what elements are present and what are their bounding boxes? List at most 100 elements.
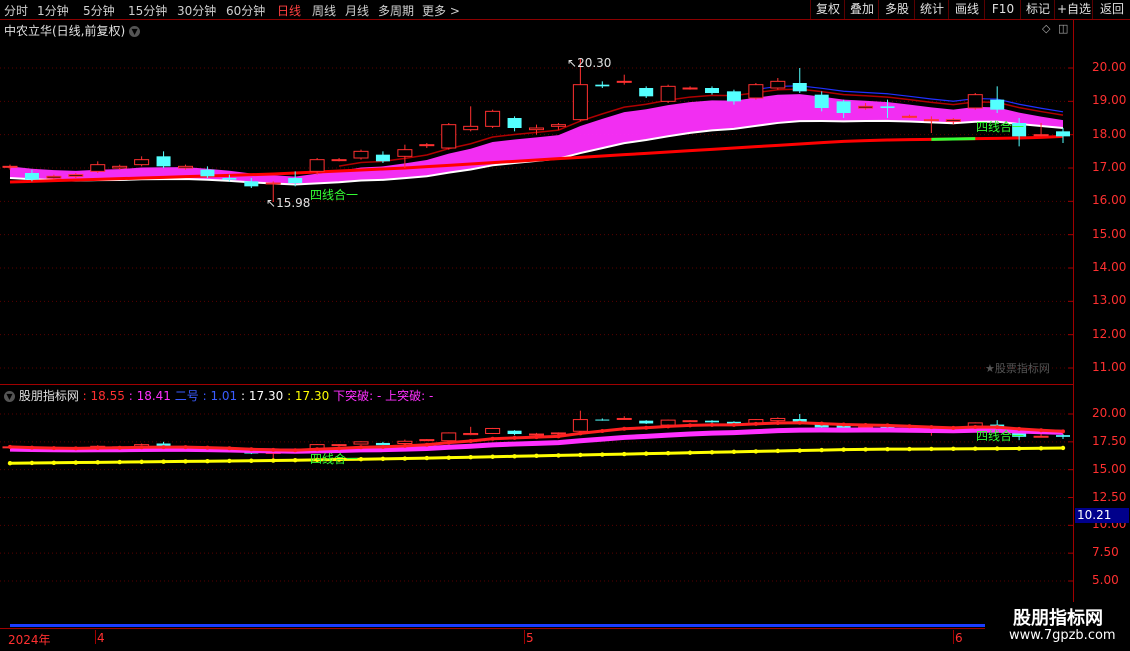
sub-yellow-dot [205, 459, 210, 464]
sub-yellow-dot [687, 450, 693, 455]
sub-yellow-dot [841, 447, 846, 452]
sub-red-dot [183, 445, 188, 450]
period-tab-30min[interactable]: 30分钟 [177, 2, 216, 19]
sub-red-dot [249, 447, 254, 452]
period-tab-more[interactable]: 更多 > [422, 2, 460, 19]
sub-red-dot [1039, 428, 1044, 433]
sub-red-dot [841, 422, 846, 427]
date-tick [953, 630, 954, 644]
sub-red-dot [775, 420, 780, 425]
candle [485, 109, 501, 128]
date-label-june: 6 [955, 631, 963, 645]
sub-red-dot [73, 446, 78, 451]
sub-yellow-dot [775, 448, 781, 454]
candle-body [244, 181, 259, 187]
candle-body [134, 159, 150, 166]
candle-body [748, 84, 764, 99]
sub-red-dot [907, 424, 912, 429]
candle [660, 84, 676, 103]
sub-yellow-dot [249, 458, 254, 463]
candle-body [639, 88, 654, 97]
candle-body [156, 156, 171, 167]
sub-candle-body [616, 417, 632, 420]
period-tab-daily[interactable]: 日线 [277, 2, 301, 19]
sub-yellow-dot [534, 453, 539, 459]
sub-candle-body [375, 442, 390, 446]
sub-red-dot [512, 435, 517, 440]
sub-red-dot [95, 446, 100, 451]
sub-red-dot [797, 420, 802, 425]
y-tick-label: 17.00 [1092, 160, 1127, 174]
period-toolbar: 分时 1分钟 5分钟 15分钟 30分钟 60分钟 日线 周线 月线 多周期 更… [0, 0, 1130, 20]
sub-candle-body [705, 420, 719, 423]
indicator-bar [10, 624, 985, 627]
sub-red-dot [644, 425, 649, 430]
sub-yellow-dot [292, 458, 298, 463]
sub-yellow-dot [622, 451, 627, 457]
back-button[interactable]: 返回 [1092, 0, 1130, 19]
low-price-label: ↖15.98 [266, 196, 311, 210]
candle [134, 156, 150, 167]
period-tab-multi[interactable]: 多周期 [378, 2, 414, 19]
sub-red-dot [556, 434, 561, 439]
sub-red-dot [666, 424, 671, 429]
candle [990, 86, 1005, 113]
candle-body [726, 91, 741, 102]
candle-body [222, 178, 237, 180]
indicator-chart[interactable] [0, 385, 1073, 628]
period-tab-60min[interactable]: 60分钟 [226, 2, 265, 19]
date-label-year: 2024年 [8, 633, 51, 647]
sub-yellow-dot [951, 446, 956, 452]
y-tick-label: 14.00 [1092, 260, 1127, 274]
candle-body [945, 119, 961, 122]
y-tick-label: 5.00 [1092, 573, 1119, 587]
candlestick-chart[interactable] [0, 20, 1073, 384]
period-tab-15min[interactable]: 15分钟 [128, 2, 167, 19]
candle-body [1056, 131, 1070, 137]
sub-yellow-dot [95, 460, 100, 465]
sub-candle-body [463, 432, 479, 436]
add-watchlist-button[interactable]: +自选 [1054, 0, 1093, 19]
restore-rights-button[interactable]: 复权 [810, 0, 845, 19]
candle-body [923, 119, 939, 122]
period-tab-5min[interactable]: 5分钟 [83, 2, 115, 19]
draw-line-button[interactable]: 画线 [948, 0, 985, 19]
sub-yellow-dot [424, 455, 430, 461]
brand-name: 股朋指标网 [1013, 608, 1103, 629]
y-tick-label: 11.00 [1092, 360, 1127, 374]
signal-label: 四线合一 [976, 120, 1025, 134]
period-tab-fenshi[interactable]: 分时 [4, 2, 28, 19]
sub-red-dot [534, 435, 539, 440]
candle-body [309, 159, 325, 172]
sub-red-dot [380, 444, 385, 449]
candle-body [2, 165, 18, 168]
candle-body [288, 178, 303, 183]
sub-yellow-dot [600, 452, 605, 457]
sub-yellow-dot [907, 446, 912, 452]
period-tab-monthly[interactable]: 月线 [345, 2, 369, 19]
sub-red-dot [688, 423, 693, 428]
candle [375, 151, 390, 163]
sub-red-dot [29, 445, 34, 450]
f10-button[interactable]: F10 [984, 0, 1021, 19]
mark-button[interactable]: 标记 [1020, 0, 1055, 19]
candle-body [90, 164, 106, 172]
indicator-lines [2, 410, 1070, 466]
period-tab-1min[interactable]: 1分钟 [37, 2, 69, 19]
multi-stock-button[interactable]: 多股 [878, 0, 915, 19]
candle-body [836, 101, 851, 113]
overlay-button[interactable]: 叠加 [844, 0, 879, 19]
candle-body [200, 169, 215, 177]
sub-red-dot [51, 446, 56, 451]
sub-yellow-dot [973, 446, 978, 451]
period-tab-weekly[interactable]: 周线 [312, 2, 336, 19]
statistics-button[interactable]: 统计 [914, 0, 949, 19]
candle-body [397, 149, 413, 157]
candle-body [858, 105, 874, 109]
sub-red-dot [139, 445, 144, 450]
y-tick-label: 16.00 [1092, 193, 1127, 208]
sub-red-dot [402, 443, 407, 448]
candle-body [68, 174, 84, 177]
y-tick-label: 20.00 [1092, 60, 1127, 74]
y-tick-label: 15.00 [1092, 461, 1127, 476]
